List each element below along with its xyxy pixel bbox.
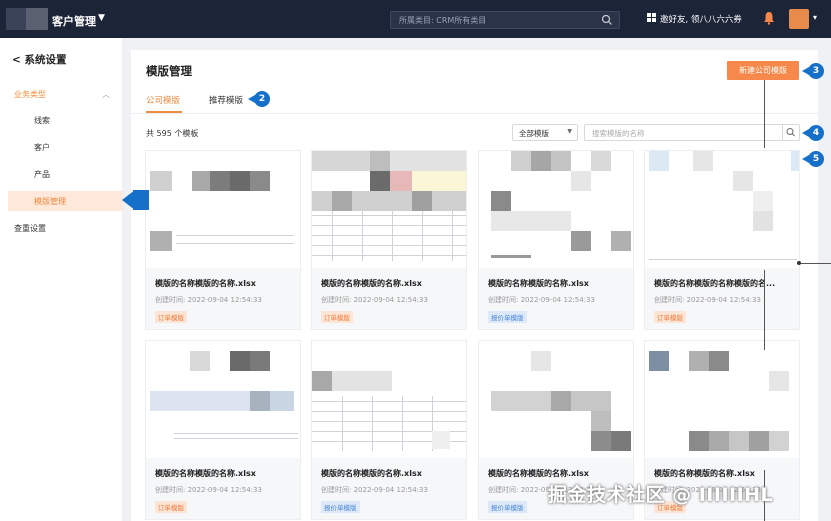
sidebar-item-products[interactable]: 产品 <box>34 169 50 180</box>
template-type-tag: 报价单模版 <box>488 501 527 513</box>
template-card-info: 模版的名称模版的名称.xlsx 创建时间: 2022-09-04 12:54:3… <box>312 268 466 329</box>
template-card[interactable]: 模版的名称模版的名称.xlsx 创建时间: 2022-09-04 12:54:3… <box>478 150 634 330</box>
template-card[interactable]: 模版的名称模版的名称模版的名... 创建时间: 2022-09-04 12:54… <box>644 150 800 330</box>
annotation-marker: 3 <box>802 63 824 79</box>
sidebar-item-label: 模版管理 <box>34 197 66 206</box>
template-created-time: 创建时间: 2022-09-04 12:54:33 <box>155 296 262 304</box>
template-created-time: 创建时间: 2022-09-04 12:54:33 <box>321 296 428 304</box>
template-created-time: 创建时间: 2022-09-04 12:54:33 <box>488 296 595 304</box>
new-company-template-button[interactable]: 新建公司模版 <box>727 61 799 80</box>
back-arrow-icon: < <box>12 54 21 66</box>
template-thumbnail <box>312 341 466 458</box>
template-card-info: 模版的名称模版的名称模版的名... 创建时间: 2022-09-04 12:54… <box>645 268 799 329</box>
annotation-marker: 5 <box>802 151 824 167</box>
template-thumbnail <box>645 341 799 458</box>
annotation-marker: 2 <box>248 91 270 107</box>
template-type-tag: 订单模版 <box>321 311 353 323</box>
template-created-time: 创建时间: 2022-09-04 12:54:33 <box>654 296 761 304</box>
annotation-line <box>764 270 765 350</box>
annotation-line <box>800 263 831 264</box>
gift-icon <box>647 13 656 22</box>
template-name: 模版的名称模版的名称.xlsx <box>155 279 256 288</box>
template-name: 模版的名称模版的名称.xlsx <box>488 279 589 288</box>
watermark: 掘金技术社区 @ IIIIIIHL <box>548 484 774 506</box>
template-thumbnail <box>645 151 799 268</box>
logo[interactable] <box>6 8 26 30</box>
template-type-tag: 订单模版 <box>654 311 686 323</box>
annotation-dot <box>797 261 801 265</box>
template-name: 模版的名称模版的名称.xlsx <box>321 279 422 288</box>
template-card[interactable]: 模版的名称模版的名称.xlsx 创建时间: 2022-09-04 12:54:3… <box>145 340 301 520</box>
template-type-tag: 报价单模版 <box>321 501 360 513</box>
global-search-input[interactable]: 所属类目: CRM所有类目 <box>390 11 620 29</box>
template-created-time: 创建时间: 2022-09-04 12:54:33 <box>155 486 262 494</box>
global-search-placeholder: 所属类目: CRM所有类目 <box>399 16 487 25</box>
template-search-input[interactable]: 搜索模版的名称 <box>584 124 800 141</box>
page-title: 模版管理 <box>146 64 192 78</box>
notification-bell-icon[interactable] <box>763 11 775 25</box>
annotation-line <box>764 80 765 148</box>
template-name: 模版的名称模版的名称.xlsx <box>654 469 755 478</box>
search-icon <box>786 128 795 137</box>
caret-down-icon: ▼ <box>567 128 572 135</box>
template-thumbnail <box>312 151 466 268</box>
template-thumbnail <box>479 151 633 268</box>
app-title[interactable]: 客户管理 <box>52 13 96 29</box>
annotation-marker: 4 <box>802 125 824 141</box>
sidebar-item-dedup-settings[interactable]: 查重设置 <box>14 223 46 234</box>
user-avatar[interactable] <box>789 9 809 29</box>
app-switch-caret-icon[interactable]: ▼ <box>98 13 105 23</box>
template-card[interactable]: 模版的名称模版的名称.xlsx 创建时间: 2022-09-04 12:54:3… <box>311 340 467 520</box>
template-thumbnail <box>146 151 300 268</box>
tab-recommended-templates[interactable]: 推荐模版 <box>209 94 243 106</box>
template-card-info: 模版的名称模版的名称.xlsx 创建时间: 2022-09-04 12:54:3… <box>479 268 633 329</box>
template-type-select[interactable]: 全部模版 ▼ <box>512 124 578 141</box>
search-icon[interactable] <box>601 14 613 26</box>
template-type-tag: 订单模版 <box>155 501 187 513</box>
template-card-info: 模版的名称模版的名称.xlsx 创建时间: 2022-09-04 12:54:3… <box>146 268 300 329</box>
tab-company-templates[interactable]: 公司模版 <box>146 94 180 106</box>
template-type-tag: 报价单模版 <box>488 311 527 323</box>
sidebar-item-leads[interactable]: 线索 <box>34 115 50 126</box>
template-name: 模版的名称模版的名称.xlsx <box>488 469 589 478</box>
template-card-info: 模版的名称模版的名称.xlsx 创建时间: 2022-09-04 12:54:3… <box>312 458 466 519</box>
template-type-tag: 订单模版 <box>155 311 187 323</box>
annotation-pointer-body <box>133 190 149 210</box>
template-thumbnail <box>479 341 633 458</box>
sidebar: < 系统设置 业务类型 ︿ 线索 客户 产品 模版管理 查重设置 <box>0 38 123 521</box>
template-name: 模版的名称模版的名称.xlsx <box>321 469 422 478</box>
back-button[interactable]: < 系统设置 <box>12 52 66 67</box>
chevron-up-icon[interactable]: ︿ <box>102 89 110 100</box>
sidebar-item-template-management[interactable]: 模版管理 <box>8 191 123 211</box>
tab-divider <box>131 113 818 114</box>
template-search-placeholder: 搜索模版的名称 <box>592 129 645 138</box>
logo-image <box>26 8 48 30</box>
template-count: 共 595 个模板 <box>146 129 199 138</box>
template-card-info: 模版的名称模版的名称.xlsx 创建时间: 2022-09-04 12:54:3… <box>146 458 300 519</box>
template-thumbnail <box>146 341 300 458</box>
template-type-select-value: 全部模版 <box>519 129 549 138</box>
invite-link[interactable]: 邀好友, 领八八六六券 <box>660 13 742 25</box>
template-created-time: 创建时间: 2022-09-04 12:54:33 <box>321 486 428 494</box>
top-navbar: 客户管理 ▼ 所属类目: CRM所有类目 邀好友, 领八八六六券 ▾ <box>0 0 831 38</box>
sidebar-item-customers[interactable]: 客户 <box>34 142 50 153</box>
user-menu-caret-icon[interactable]: ▾ <box>813 13 817 22</box>
template-card[interactable]: 模版的名称模版的名称.xlsx 创建时间: 2022-09-04 12:54:3… <box>145 150 301 330</box>
template-search-button[interactable] <box>782 125 799 140</box>
template-card[interactable]: 模版的名称模版的名称.xlsx 创建时间: 2022-09-04 12:54:3… <box>311 150 467 330</box>
sidebar-group-business-type[interactable]: 业务类型 <box>14 89 46 100</box>
template-name: 模版的名称模版的名称模版的名... <box>654 279 776 288</box>
sidebar-title: 系统设置 <box>24 54 67 66</box>
template-name: 模版的名称模版的名称.xlsx <box>155 469 256 478</box>
